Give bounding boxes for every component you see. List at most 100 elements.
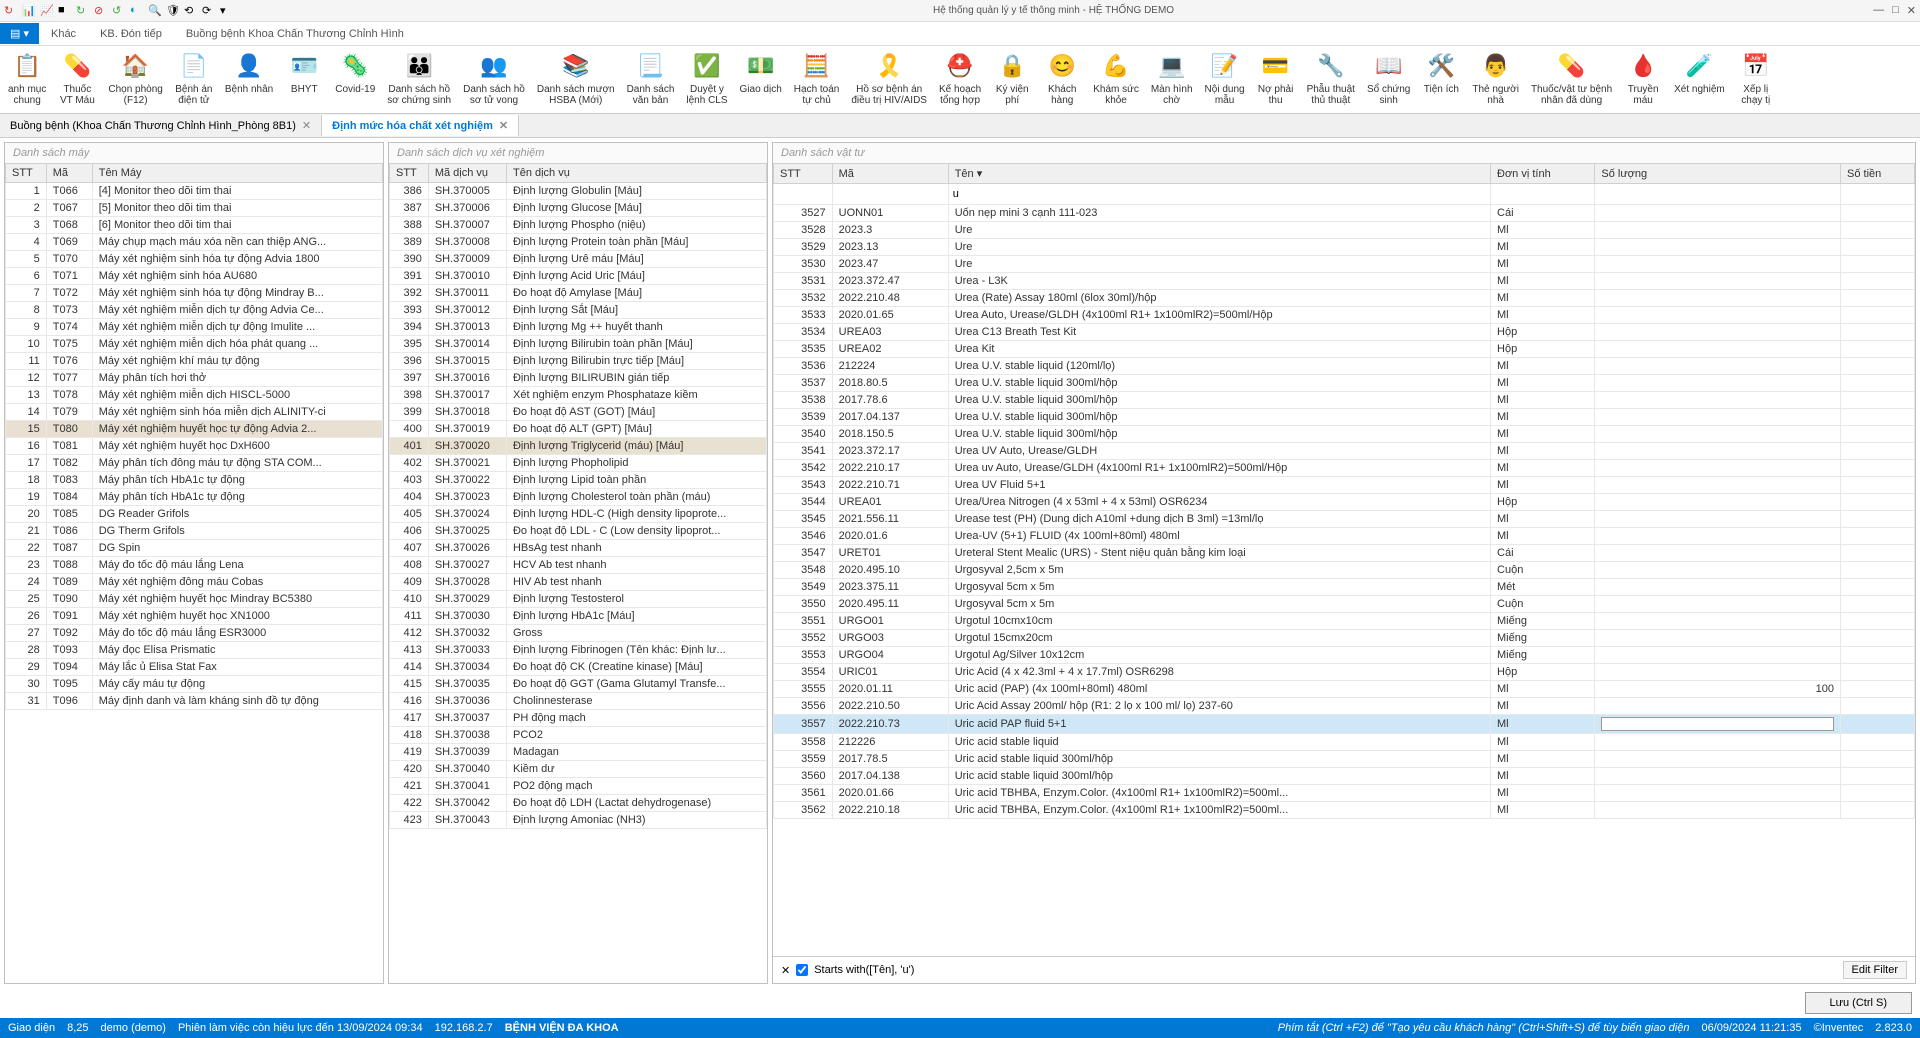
table-row[interactable]: 408SH.370027HCV Ab test nhanh (390, 557, 767, 574)
table-row[interactable]: 402SH.370021Định lượng Phopholipid (390, 455, 767, 472)
table-row[interactable]: 35482020.495.10Urgosyval 2,5cm x 5mCuộn (774, 562, 1915, 579)
table-row[interactable]: 395SH.370014Định lượng Bilirubin toàn ph… (390, 336, 767, 353)
table-row[interactable]: 11T076Máy xét nghiệm khí máu tự động (6, 353, 383, 370)
ribbon-item[interactable]: 💊Thuốc VT Máu (52, 48, 102, 108)
table-row[interactable]: 35622022.210.18Uric acid TBHBA, Enzym.Co… (774, 802, 1915, 819)
qat-icon[interactable]: ⟲ (184, 4, 198, 18)
column-header[interactable]: Tên ▾ (948, 164, 1490, 184)
ribbon-item[interactable]: 😊Khách hàng (1037, 48, 1087, 108)
save-button[interactable]: Lưu (Ctrl S) (1805, 992, 1912, 1014)
ribbon-item[interactable]: 📃Danh sách văn bản (621, 48, 681, 108)
qat-icon[interactable]: ↻ (4, 4, 18, 18)
table-row[interactable]: 388SH.370007Định lượng Phospho (niệu) (390, 217, 767, 234)
grid-supplies[interactable]: STTMãTên ▾Đơn vị tínhSố lượngSố tiền3527… (773, 163, 1915, 956)
ribbon-item[interactable]: 📅Xếp lị chạy tị (1731, 48, 1781, 108)
table-row[interactable]: 3547URET01Ureteral Stent Mealic (URS) - … (774, 545, 1915, 562)
ribbon-item[interactable]: ✅Duyệt y lệnh CLS (680, 48, 733, 108)
table-row[interactable]: 35302023.47UreMl (774, 256, 1915, 273)
qat-icon[interactable]: 🛡 (166, 4, 180, 18)
table-row[interactable]: 17T082Máy phân tích đông máu tự động STA… (6, 455, 383, 472)
qat-icon[interactable]: ⊘ (94, 4, 108, 18)
table-row[interactable]: 412SH.370032Gross (390, 625, 767, 642)
table-row[interactable]: 394SH.370013Định lượng Mg ++ huyết thanh (390, 319, 767, 336)
table-row[interactable]: 35452021.556.11Urease test (PH) (Dung dị… (774, 511, 1915, 528)
grid-services[interactable]: STTMã dịch vụTên dịch vụ386SH.370005Định… (389, 163, 767, 983)
table-row[interactable]: 14T079Máy xét nghiệm sinh hóa miễn dịch … (6, 404, 383, 421)
document-tab[interactable]: Định mức hóa chất xét nghiệm✕ (322, 115, 519, 136)
table-row[interactable]: 420SH.370040Kiềm dư (390, 761, 767, 778)
document-tab[interactable]: Buồng bệnh (Khoa Chấn Thương Chỉnh Hình_… (0, 115, 322, 136)
qty-input[interactable] (1601, 717, 1834, 731)
table-row[interactable]: 397SH.370016Định lượng BILIRUBIN gián ti… (390, 370, 767, 387)
table-row[interactable]: 413SH.370033Định lượng Fibrinogen (Tên k… (390, 642, 767, 659)
qat-icon[interactable]: ■ (58, 4, 72, 18)
column-header[interactable]: Mã (46, 164, 92, 183)
table-row[interactable]: 7T072Máy xét nghiệm sinh hóa tự động Min… (6, 285, 383, 302)
tab-close-icon[interactable]: ✕ (302, 119, 311, 132)
table-row[interactable]: 405SH.370024Định lượng HDL-C (High densi… (390, 506, 767, 523)
filter-input[interactable] (951, 186, 1488, 202)
table-row[interactable]: 35562022.210.50Uric Acid Assay 200ml/ hộ… (774, 698, 1915, 715)
table-row[interactable]: 392SH.370011Đo hoạt độ Amylase [Máu] (390, 285, 767, 302)
ribbon-tab[interactable]: KB. Đón tiếp (88, 24, 174, 44)
table-row[interactable]: 400SH.370019Đo hoạt độ ALT (GPT) [Máu] (390, 421, 767, 438)
ribbon-item[interactable]: 👨Thẻ người nhà (1466, 48, 1525, 108)
column-header[interactable]: STT (390, 164, 429, 183)
ribbon-item[interactable]: 🔒Ký viện phí (987, 48, 1037, 108)
table-row[interactable]: 35492023.375.11Urgosyval 5cm x 5mMét (774, 579, 1915, 596)
column-header[interactable]: Số lượng (1595, 164, 1841, 184)
table-row[interactable]: 401SH.370020Định lượng Triglycerid (máu)… (390, 438, 767, 455)
column-header[interactable]: Mã (832, 164, 948, 184)
table-row[interactable]: 10T075Máy xét nghiệm miễn dịch hóa phát … (6, 336, 383, 353)
table-row[interactable]: 403SH.370022Định lượng Lipid toàn phần (390, 472, 767, 489)
table-row[interactable]: 396SH.370015Định lượng Bilirubin trực ti… (390, 353, 767, 370)
column-header[interactable]: STT (6, 164, 47, 183)
column-header[interactable]: Số tiền (1841, 164, 1915, 184)
table-row[interactable]: 35332020.01.65Urea Auto, Urease/GLDH (4x… (774, 307, 1915, 324)
table-row[interactable]: 2T067[5] Monitor theo dõi tim thai (6, 200, 383, 217)
close-button[interactable]: ✕ (1907, 4, 1916, 17)
table-row[interactable]: 35462020.01.6Urea-UV (5+1) FLUID (4x 100… (774, 528, 1915, 545)
table-row[interactable]: 399SH.370018Đo hoạt độ AST (GOT) [Máu] (390, 404, 767, 421)
ribbon-item[interactable]: 👤Bệnh nhân (219, 48, 279, 97)
qat-icon[interactable]: ◐ (130, 4, 144, 18)
qat-icon[interactable]: ▾ (220, 4, 234, 18)
table-row[interactable]: 35282023.3UreMl (774, 222, 1915, 239)
table-row[interactable]: 5T070Máy xét nghiệm sinh hóa tự động Adv… (6, 251, 383, 268)
table-row[interactable]: 398SH.370017Xét nghiệm enzym Phosphataze… (390, 387, 767, 404)
table-row[interactable]: 3544UREA01Urea/Urea Nitrogen (4 x 53ml +… (774, 494, 1915, 511)
ribbon-item[interactable]: ⛑️Kế hoạch tổng hợp (933, 48, 987, 108)
table-row[interactable]: 3551URGO01Urgotul 10cmx10cmMiếng (774, 613, 1915, 630)
table-row[interactable]: 3552URGO03Urgotul 15cmx20cmMiếng (774, 630, 1915, 647)
table-row[interactable]: 35432022.210.71Urea UV Fluid 5+1Ml (774, 477, 1915, 494)
table-row[interactable]: 16T081Máy xét nghiệm huyết học DxH600 (6, 438, 383, 455)
qat-icon[interactable]: 📊 (22, 4, 36, 18)
qat-icon[interactable]: 🔍 (148, 4, 162, 18)
ribbon-item[interactable]: 🦠Covid-19 (329, 48, 381, 97)
ribbon-item[interactable]: 🎗️Hồ sơ bệnh án điều trị HIV/AIDS (845, 48, 933, 108)
table-row[interactable]: 416SH.370036Cholinnesterase (390, 693, 767, 710)
filter-checkbox[interactable] (796, 964, 808, 976)
table-row[interactable]: 418SH.370038PCO2 (390, 727, 767, 744)
table-row[interactable]: 19T084Máy phân tích HbA1c tự động (6, 489, 383, 506)
ribbon-item[interactable]: 💻Màn hình chờ (1145, 48, 1199, 108)
table-row[interactable]: 419SH.370039Madagan (390, 744, 767, 761)
table-row[interactable]: 417SH.370037PH động mạch (390, 710, 767, 727)
table-row[interactable]: 35502020.495.11Urgosyval 5cm x 5mCuộn (774, 596, 1915, 613)
table-row[interactable]: 35612020.01.66Uric acid TBHBA, Enzym.Col… (774, 785, 1915, 802)
ribbon-item[interactable]: 📝Nội dung mẫu (1199, 48, 1251, 108)
qat-icon[interactable]: ↻ (76, 4, 90, 18)
table-row[interactable]: 391SH.370010Định lượng Acid Uric [Máu] (390, 268, 767, 285)
filter-close-icon[interactable]: ✕ (781, 964, 790, 977)
maximize-button[interactable]: □ (1892, 4, 1899, 17)
table-row[interactable]: 22T087DG Spin (6, 540, 383, 557)
ribbon-item[interactable]: 📋anh mục chung (2, 48, 52, 108)
table-row[interactable]: 422SH.370042Đo hoạt độ LDH (Lactat dehyd… (390, 795, 767, 812)
table-row[interactable]: 25T090Máy xét nghiệm huyết học Mindray B… (6, 591, 383, 608)
table-row[interactable]: 406SH.370025Đo hoạt độ LDL - C (Low dens… (390, 523, 767, 540)
table-row[interactable]: 35322022.210.48Urea (Rate) Assay 180ml (… (774, 290, 1915, 307)
ribbon-item[interactable]: 💊Thuốc/vật tư bệnh nhân đã dùng (1525, 48, 1618, 108)
ribbon-item[interactable]: 📚Danh sách mượn HSBA (Mới) (531, 48, 621, 108)
table-row[interactable]: 35312023.372.47Urea - L3KMl (774, 273, 1915, 290)
table-row[interactable]: 3535UREA02Urea KitHộp (774, 341, 1915, 358)
